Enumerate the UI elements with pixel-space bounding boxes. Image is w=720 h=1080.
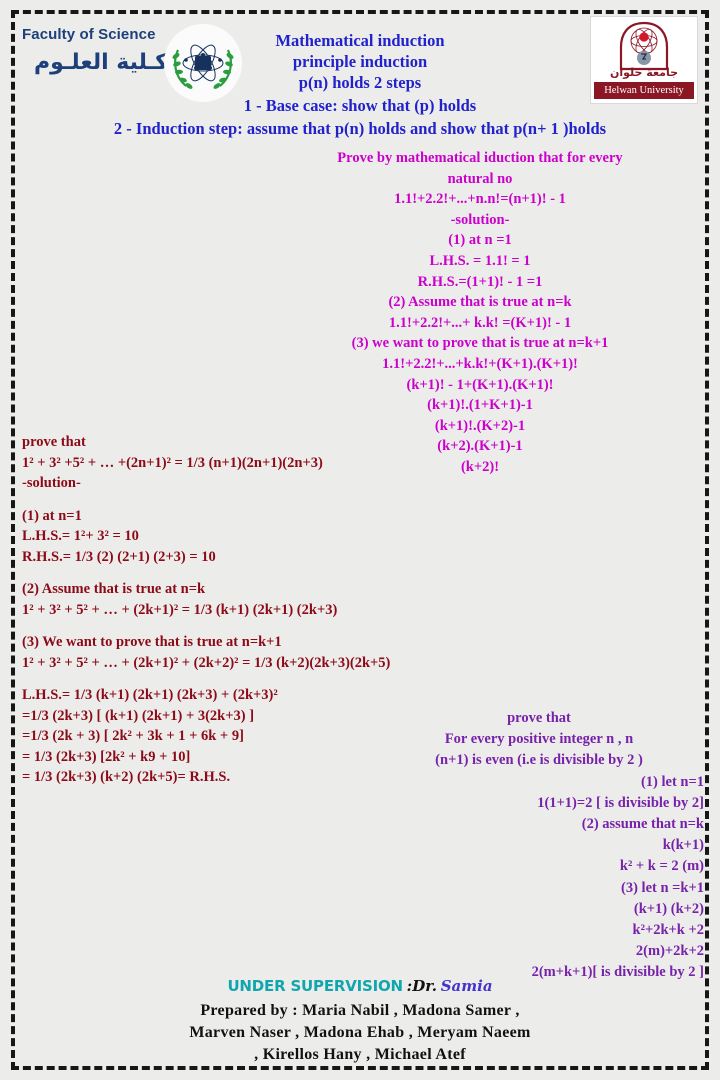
proof-factorial-line-3: -solution- (450, 211, 510, 228)
proof-factorial-line-4: (1) at n =1 (448, 232, 512, 249)
proof-factorial-line-7: (2) Assume that is true at n=k (388, 294, 572, 311)
proof-factorial-line-10: 1.1!+2.2!+...+k.k!+(K+1).(K+1)! (382, 355, 578, 372)
proof-even-line-7: k² + k = 2 (m) (619, 858, 704, 875)
proof-odd-line-14: L.H.S.= 1/3 (k+1) (2k+1) (2k+3) + (2k+3)… (22, 687, 278, 703)
proof-odd-line-9: 1² + 3² + 5² + … + (2k+1)² = 1/3 (k+1) (… (22, 601, 338, 618)
poster-page: Faculty of Science كـلية العلـوم Mathema… (0, 0, 720, 1080)
helwan-name-ar: جامعة حلوان (609, 66, 679, 79)
proof-even-line-5: (2) assume that n=k (581, 816, 704, 833)
supervision-doctor-prefix: :Dr. (406, 977, 437, 995)
poster-footer: UNDER SUPERVISION :Dr. Samia Prepared by… (0, 975, 720, 1066)
proof-odd-line-0: prove that (22, 434, 86, 450)
proof-odd-line-4: (1) at n=1 (22, 507, 82, 524)
proof-even-line-4: 1(1+1)=2 [ is divisible by 2] (537, 794, 704, 811)
proof-even-line-2: (n+1) is even (i.e is divisible by 2 ) (435, 752, 643, 769)
poster-header: Faculty of Science كـلية العلـوم Mathema… (0, 0, 720, 140)
prepared-by-credit: Prepared by : Maria Nabil , Madona Samer… (0, 1000, 720, 1066)
proof-even-line-10: k²+2k+k +2 (632, 922, 704, 939)
proof-factorial-block: Prove by mathematical iduction that for … (256, 148, 704, 478)
prepared-line-1: Prepared by : Maria Nabil , Madona Samer… (200, 1002, 520, 1019)
proof-odd-line-2: -solution- (22, 475, 81, 491)
proof-factorial-line-11: (k+1)! - 1+(K+1).(K+1)! (406, 376, 554, 393)
proof-even-line-11: 2(m)+2k+2 (635, 943, 704, 960)
proof-odd-line-8: (2) Assume that is true at n=k (22, 581, 206, 597)
proof-even-line-8: (3) let n =k+1 (621, 879, 704, 896)
proof-factorial-line-6: R.H.S.=(1+1)! - 1 =1 (417, 273, 543, 290)
proof-factorial-line-5: L.H.S. = 1.1! = 1 (429, 252, 531, 269)
proof-even-line-1: For every positive integer n , n (444, 731, 634, 748)
proof-odd-line-5: L.H.S.= 1²+ 3² = 10 (22, 528, 139, 544)
helwan-name-en: Helwan University (594, 82, 694, 99)
proof-odd-line-12: 1² + 3² + 5² + … + (2k+1)² + (2k+2)² = 1… (22, 654, 391, 671)
prepared-line-2: Marven Naser , Madona Ehab , Meryam Naee… (189, 1024, 531, 1041)
proof-factorial-line-12: (k+1)!.(1+K+1)-1 (427, 397, 533, 414)
proof-odd-line-6: R.H.S.= 1/3 (2) (2+1) (2+3) = 10 (22, 548, 216, 565)
supervision-credit: UNDER SUPERVISION :Dr. Samia (0, 975, 720, 998)
proof-even-block: prove that For every positive integer n … (374, 708, 704, 984)
proof-factorial-line-2: 1.1!+2.2!+...+n.n!=(n+1)! - 1 (394, 191, 566, 208)
proof-even-line-0: prove that (507, 710, 571, 726)
proof-even-line-6: k(k+1) (662, 837, 704, 854)
proof-factorial-line-0: Prove by mathematical iduction that for … (337, 150, 623, 166)
induction-step-2: 2 - Induction step: assume that p(n) hol… (113, 119, 607, 138)
supervision-doctor-name: Samia (440, 977, 493, 995)
proof-even-line-9: (k+1) (k+2) (633, 900, 704, 917)
proof-even-line-3: (1) let n=1 (640, 773, 704, 790)
proof-odd-line-1: 1² + 3² +5² + … +(2n+1)² = 1/3 (n+1)(2n+… (22, 454, 323, 471)
proof-factorial-line-1: natural no (447, 170, 513, 187)
proof-odd-line-11: (3) We want to prove that is true at n=k… (22, 634, 282, 650)
helwan-university-logo-icon: جامعة حلوان Helwan University (590, 16, 698, 104)
prepared-line-3: , Kirellos Hany , Michael Atef (254, 1046, 466, 1063)
proof-factorial-line-9: (3) we want to prove that is true at n=k… (351, 335, 609, 352)
proof-factorial-line-8: 1.1!+2.2!+...+ k.k! =(K+1)! - 1 (388, 314, 572, 331)
supervision-label: UNDER SUPERVISION (227, 977, 403, 995)
